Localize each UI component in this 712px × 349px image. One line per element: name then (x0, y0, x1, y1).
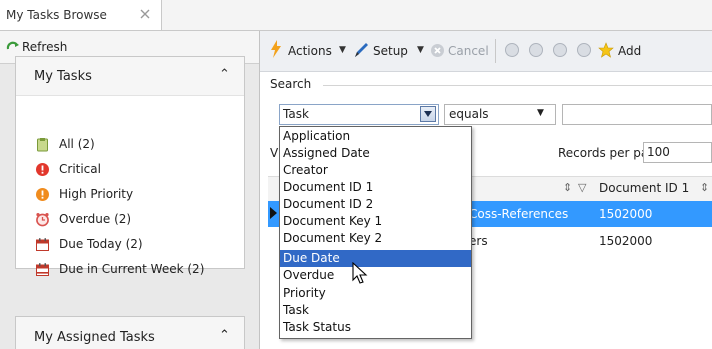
dropdown-option[interactable]: Document Key 2 (280, 230, 471, 247)
refresh-icon (6, 41, 19, 50)
task-filter-label: Overdue (2) (59, 212, 132, 226)
critical-icon (36, 163, 49, 176)
task-filter-critical[interactable]: Critical (16, 159, 244, 181)
dropdown-option[interactable]: Creator (280, 162, 471, 179)
table-cell: 1502000 (599, 207, 653, 221)
actions-menu[interactable]: Actions (288, 44, 332, 58)
cancel-button[interactable]: Cancel (448, 44, 489, 58)
cancel-icon (431, 44, 444, 57)
chevron-down-icon: ▼ (339, 45, 346, 55)
my-tasks-title: My Tasks (34, 69, 92, 84)
collapse-chevron-icon[interactable]: ⌃ (219, 328, 230, 343)
task-filter-label: Due Today (2) (59, 237, 143, 251)
sort-icon[interactable]: ⇕ (563, 181, 572, 194)
task-filter-label: Critical (59, 162, 101, 176)
dropdown-option[interactable]: Assigned Date (280, 145, 471, 162)
dropdown-option[interactable]: Document Key 1 (280, 213, 471, 230)
task-filter-due-today[interactable]: Due Today (2) (16, 234, 244, 256)
mouse-cursor-icon (352, 262, 368, 284)
add-button[interactable]: Add (618, 44, 641, 58)
chevron-down-icon: ▼ (537, 108, 544, 118)
task-filter-overdue[interactable]: Overdue (2) (16, 209, 244, 231)
lightning-icon (271, 40, 281, 58)
dropdown-option[interactable]: Document ID 1 (280, 179, 471, 196)
collapse-chevron-icon[interactable]: ⌃ (219, 67, 230, 82)
calendar-icon (36, 238, 49, 251)
task-filter-label: All (2) (59, 137, 95, 151)
pencil-icon (355, 43, 368, 57)
last-page-button[interactable] (577, 43, 591, 57)
my-assigned-tasks-header[interactable]: My Assigned Tasks ⌃ (16, 317, 244, 349)
dropdown-option[interactable]: Task (280, 302, 471, 319)
filter-icon[interactable]: ▽ (578, 181, 586, 194)
dropdown-option-selected[interactable]: Due Date (280, 250, 471, 267)
search-label: Search (270, 77, 312, 91)
task-filter-all[interactable]: All (2) (16, 134, 244, 156)
row-indicator-icon (270, 207, 277, 219)
first-page-button[interactable] (505, 43, 519, 57)
toolbar-separator (495, 39, 496, 63)
clipboard-icon (37, 138, 48, 152)
task-filter-label: Due in Current Week (2) (59, 262, 205, 276)
table-cell: Coss-References (469, 207, 569, 221)
close-icon[interactable] (138, 7, 152, 21)
dropdown-option[interactable]: Overdue (280, 267, 471, 284)
refresh-label: Refresh (22, 40, 68, 54)
dropdown-option[interactable]: Application (280, 128, 471, 145)
task-filter-high-priority[interactable]: High Priority (16, 184, 244, 206)
tab-my-tasks-browse[interactable]: My Tasks Browse (0, 0, 162, 30)
dropdown-option[interactable]: Document ID 2 (280, 196, 471, 213)
dropdown-option[interactable]: Priority (280, 285, 471, 302)
previous-page-button[interactable] (529, 43, 543, 57)
tab-title: My Tasks Browse (6, 8, 107, 22)
my-assigned-tasks-title: My Assigned Tasks (34, 330, 155, 345)
dropdown-option[interactable]: Task Status (280, 319, 471, 336)
my-tasks-header[interactable]: My Tasks ⌃ (16, 57, 244, 96)
chevron-down-icon (424, 111, 432, 117)
alarm-clock-icon (36, 213, 49, 227)
next-page-button[interactable] (553, 43, 567, 57)
operator-value: equals (449, 107, 489, 121)
toolbar: Actions ▼ Setup ▼ Cancel Add (260, 31, 712, 72)
column-header-document-id-1[interactable]: Document ID 1 (599, 181, 689, 195)
task-filter-due-current-week[interactable]: Due in Current Week (2) (16, 259, 244, 281)
chevron-down-icon: ▼ (417, 45, 424, 55)
search-value-input[interactable] (562, 104, 712, 125)
records-per-page-value: 100 (647, 145, 670, 159)
calendar-week-icon (36, 263, 49, 276)
star-icon (598, 42, 614, 58)
search-field-value: Task (283, 107, 309, 121)
high-priority-icon (36, 188, 49, 201)
task-filter-label: High Priority (59, 187, 134, 201)
sort-icon[interactable]: ⇕ (700, 181, 709, 194)
setup-menu[interactable]: Setup (373, 44, 408, 58)
table-cell: 1502000 (599, 234, 653, 248)
search-divider (323, 85, 712, 86)
dropdown-button[interactable] (420, 106, 436, 122)
